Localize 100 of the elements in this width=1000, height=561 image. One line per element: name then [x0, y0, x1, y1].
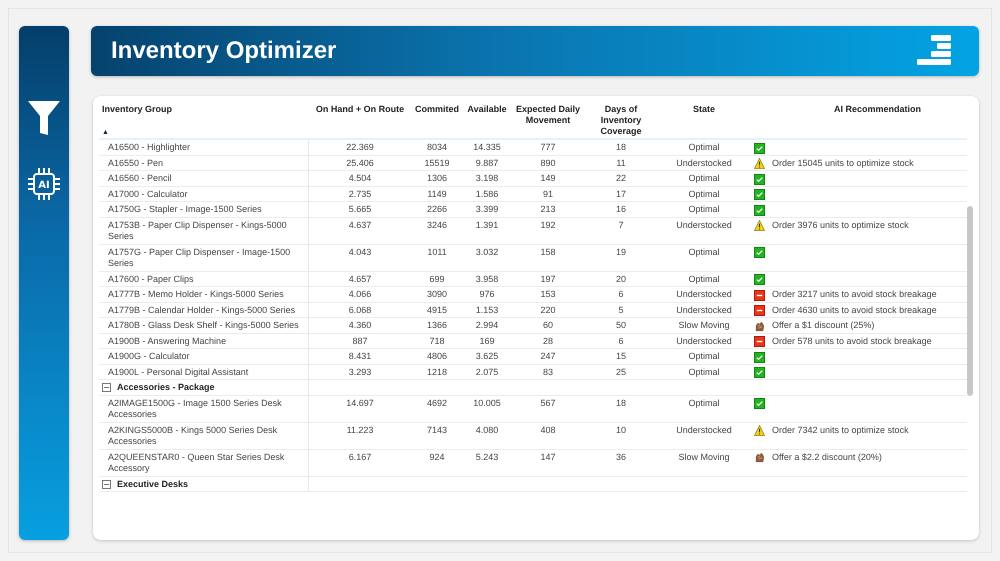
- collapse-toggle[interactable]: [102, 480, 111, 489]
- table-cell: 60: [542, 320, 553, 330]
- table-cell: 4.657: [348, 274, 372, 284]
- table-cell: 976: [479, 289, 495, 299]
- table-cell: A1900G - Calculator: [108, 351, 190, 361]
- check-icon: [754, 352, 765, 362]
- table-cell: A2KINGS5000B - Kings 5000 Series Desk Accessories: [108, 424, 278, 446]
- scrollbar-thumb[interactable]: [967, 206, 973, 396]
- table-cell: 924: [429, 452, 445, 462]
- table-cell: 2.994: [476, 320, 498, 330]
- table-cell: 5.243: [476, 452, 498, 462]
- table-cell: 3.958: [476, 274, 498, 284]
- table-cell: Slow Moving: [678, 452, 730, 462]
- table-cell: A17600 - Paper Clips: [108, 274, 194, 284]
- column-header[interactable]: Expected Daily Movement: [514, 104, 582, 126]
- column-header[interactable]: Available: [466, 104, 508, 115]
- table-cell: Optimal: [688, 173, 720, 183]
- check-icon: [754, 398, 765, 409]
- table-cell: 91: [542, 188, 553, 198]
- table-cell: 1.586: [476, 188, 498, 198]
- table-cell: 1.153: [476, 304, 498, 314]
- table-cell: 22: [616, 173, 626, 183]
- table-cell: 4692: [426, 398, 448, 408]
- table-cell: Optimal: [688, 351, 720, 361]
- check-icon: [754, 274, 765, 285]
- check-icon: [754, 174, 765, 184]
- table-cell: A1779B - Calendar Holder - Kings-5000 Series: [108, 304, 296, 314]
- filter-icon[interactable]: [27, 100, 61, 136]
- recommendation-text: Order 3976 units to optimize stock: [772, 220, 909, 231]
- table-cell: 5: [618, 304, 624, 314]
- table-cell: 6: [618, 336, 624, 346]
- column-header[interactable]: State: [660, 104, 748, 115]
- recommendation-text: Order 3217 units to avoid stock breakage: [772, 289, 937, 300]
- table-cell: 17: [616, 188, 626, 198]
- column-header[interactable]: Commited: [414, 104, 460, 115]
- table-cell: A16500 - Highlighter: [108, 142, 190, 152]
- table-cell: 220: [540, 304, 556, 314]
- table-cell: A16560 - Pencil: [108, 173, 172, 183]
- group-label: Executive Desks: [117, 478, 188, 490]
- collapse-toggle[interactable]: [102, 383, 111, 392]
- recommendation-text: Offer a $1 discount (25%): [772, 320, 874, 332]
- table-cell: Understocked: [676, 220, 732, 230]
- table-cell: A1753B - Paper Clip Dispenser - Kings-5000 Series: [108, 220, 287, 241]
- table-cell: 4.637: [348, 220, 372, 230]
- table-cell: 2.075: [476, 366, 498, 376]
- warning-icon: [754, 425, 765, 436]
- table-cell: 83: [542, 366, 553, 376]
- table-cell: 6: [618, 289, 624, 299]
- table-cell: 22.369: [346, 142, 374, 152]
- table-cell: A1780B - Glass Desk Shelf - Kings-5000 Series: [108, 320, 299, 330]
- table-cell: 3246: [426, 220, 448, 230]
- table-cell: 247: [540, 351, 556, 361]
- table-cell: A2IMAGE1500G - Image 1500 Series Desk Accessories: [108, 398, 282, 419]
- check-icon: [754, 142, 765, 154]
- table-cell: 36: [616, 452, 626, 462]
- table-cell: Understocked: [676, 336, 732, 346]
- stacked-bars-icon: [917, 35, 953, 67]
- table-cell: 4915: [426, 304, 448, 314]
- table-cell: 153: [540, 289, 556, 299]
- recommendation-text: Order 7342 units to optimize stock: [772, 424, 909, 436]
- table-cell: 4.066: [348, 289, 372, 299]
- table-cell: 408: [540, 424, 556, 434]
- table-cell: 4.360: [348, 320, 372, 330]
- table-cell: 718: [429, 336, 445, 346]
- table-cell: Slow Moving: [678, 320, 730, 330]
- table-cell: 699: [429, 274, 445, 284]
- column-header[interactable]: Inventory Group: [102, 104, 306, 115]
- table-cell: Understocked: [676, 424, 732, 434]
- table-cell: 3.399: [476, 204, 498, 214]
- table-cell: 1149: [427, 188, 447, 198]
- table-cell: 192: [540, 220, 556, 230]
- table-cell: Optimal: [688, 398, 720, 408]
- table-cell: 50: [616, 320, 626, 330]
- table-cell: Optimal: [688, 204, 720, 214]
- table-cell: Optimal: [688, 188, 720, 198]
- table-cell: 6.068: [348, 304, 372, 314]
- table-cell: 8.431: [348, 351, 372, 361]
- table-cell: 9.887: [476, 158, 498, 168]
- table-cell: A1757G - Paper Clip Dispenser - Image-1500 Series: [108, 246, 290, 268]
- group-label: Accessories - Package: [117, 382, 215, 394]
- table-cell: A1750G - Stapler - Image-1500 Series: [108, 204, 262, 214]
- table-cell: 890: [540, 158, 556, 168]
- table-cell: 8034: [426, 142, 448, 152]
- stop-icon: [754, 290, 765, 300]
- column-header[interactable]: AI Recommendation: [791, 104, 964, 115]
- table-cell: 1306: [426, 173, 448, 183]
- column-header[interactable]: Days of Inventory Coverage: [588, 104, 654, 137]
- table-cell: Optimal: [688, 366, 720, 376]
- table-cell: 7143: [426, 424, 448, 434]
- table-cell: 149: [540, 173, 556, 183]
- table-cell: 3.032: [476, 246, 498, 256]
- table-cell: 197: [540, 274, 556, 284]
- recommendation-text: Order 15045 units to optimize stock: [772, 158, 914, 169]
- table-cell: 1.391: [476, 220, 498, 230]
- table-cell: A1900B - Answering Machine: [108, 336, 226, 346]
- table-cell: Understocked: [676, 158, 732, 168]
- table-cell: 169: [479, 336, 495, 346]
- column-header[interactable]: On Hand + On Route: [312, 104, 408, 115]
- table-cell: Understocked: [676, 304, 732, 314]
- table-cell: Optimal: [688, 274, 720, 284]
